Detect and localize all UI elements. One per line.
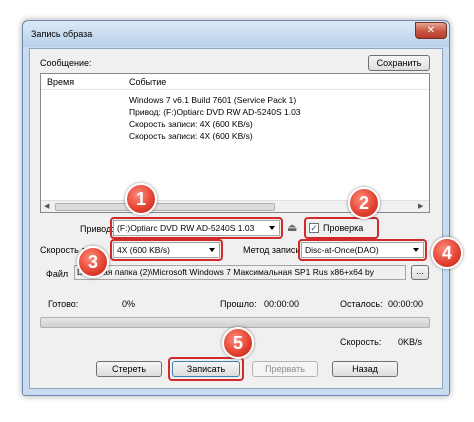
close-icon: ✕ [426, 25, 436, 36]
done-label: Готово: [48, 299, 79, 309]
scroll-left-icon[interactable]: ◀ [44, 202, 49, 210]
erase-button[interactable]: Стереть [96, 361, 162, 377]
file-path-field[interactable]: D:\Новая папка (2)\Microsoft Windows 7 М… [74, 265, 406, 280]
log-line: Привод: (F:)Optiarc DVD RW AD-5240S 1.03 [129, 107, 301, 117]
step-badge-4: 4 [431, 237, 463, 269]
speed-stat-value: 0KB/s [398, 337, 423, 347]
burn-button[interactable]: Записать [172, 361, 240, 377]
elapsed-value: 00:00:00 [264, 299, 300, 309]
log-line: Скорость записи: 4X (600 KB/s) [129, 131, 253, 141]
method-select[interactable]: Disc-at-Once(DAO) [301, 242, 424, 258]
save-log-button[interactable]: Сохранить [368, 55, 430, 71]
scroll-right-icon[interactable]: ▶ [418, 202, 423, 210]
speed-value: 4X (600 KB/s) [117, 245, 170, 255]
close-button[interactable]: ✕ [415, 22, 447, 39]
done-value: 0% [122, 299, 136, 309]
scrollbar-thumb[interactable] [55, 203, 275, 211]
elapsed-label: Прошло: [220, 299, 257, 309]
step-badge-5: 5 [222, 327, 254, 359]
window-title: Запись образа [31, 29, 93, 39]
verify-checkbox[interactable]: ✓ [309, 223, 319, 233]
chevron-down-icon [209, 248, 215, 252]
check-icon: ✓ [310, 223, 318, 233]
step-badge-1: 1 [125, 183, 157, 215]
chevron-down-icon [413, 248, 419, 252]
drive-value: (F:)Optiarc DVD RW AD-5240S 1.03 [117, 223, 255, 233]
log-header: Время Событие [41, 74, 429, 90]
log-line: Windows 7 v6.1 Build 7601 (Service Pack … [129, 95, 297, 105]
log-line: Скорость записи: 4X (600 KB/s) [129, 119, 253, 129]
column-time[interactable]: Время [47, 77, 74, 87]
remaining-value: 00:00:00 [388, 299, 424, 309]
column-event[interactable]: Событие [129, 77, 166, 87]
drive-label: Привод: [80, 224, 114, 234]
step-badge-3: 3 [77, 246, 109, 278]
abort-button[interactable]: Прервать [252, 361, 318, 377]
title-bar[interactable]: Запись образа ✕ [23, 21, 449, 47]
browse-button[interactable]: ... [411, 265, 429, 280]
method-label: Метод записи [243, 245, 301, 255]
verify-label: Проверка [323, 223, 364, 233]
file-label: Файл [46, 269, 69, 279]
remaining-label: Осталось: [340, 299, 383, 309]
speed-stat-label: Скорость: [340, 337, 382, 347]
drive-select[interactable]: (F:)Optiarc DVD RW AD-5240S 1.03 [113, 220, 280, 236]
speed-select[interactable]: 4X (600 KB/s) [113, 242, 220, 258]
method-value: Disc-at-Once(DAO) [305, 245, 379, 255]
back-button[interactable]: Назад [332, 361, 398, 377]
step-badge-2: 2 [348, 187, 380, 219]
file-path-value: D:\Новая папка (2)\Microsoft Windows 7 М… [77, 267, 374, 277]
chevron-down-icon [269, 226, 275, 230]
message-label: Сообщение: [40, 58, 92, 68]
eject-icon[interactable]: ⏏ [287, 221, 297, 234]
